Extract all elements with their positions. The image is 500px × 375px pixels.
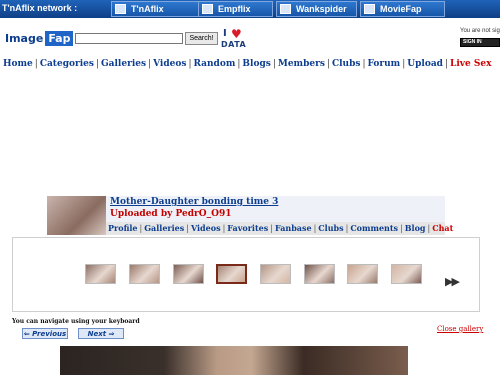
thumbnail[interactable] <box>304 264 335 284</box>
nav-separator: | <box>95 59 99 69</box>
network-tab-moviefap[interactable]: MovieFap <box>360 1 445 17</box>
profile-nav-galleries[interactable]: Galleries <box>144 223 184 233</box>
next-button[interactable]: Next ⇒ <box>78 328 124 339</box>
nav-random[interactable]: Random <box>193 59 235 69</box>
network-tab-label: T'nAflix <box>131 4 164 14</box>
profile-nav-favorites[interactable]: Favorites <box>227 223 268 233</box>
nav-live-sex[interactable]: Live Sex <box>450 59 491 69</box>
empflix-icon <box>202 4 213 14</box>
uploader-avatar[interactable] <box>47 196 106 235</box>
profile-nav-chat[interactable]: Chat <box>432 223 453 233</box>
network-label: T'nAflix network : <box>2 3 78 13</box>
signin-button[interactable]: SIGN IN <box>460 38 500 47</box>
signin-note: You are not sig <box>460 28 500 34</box>
profile-nav-profile[interactable]: Profile <box>108 223 138 233</box>
nav-upload[interactable]: Upload <box>407 59 443 69</box>
search-input[interactable] <box>75 33 183 44</box>
previous-button[interactable]: ⇐ Previous <box>22 328 68 339</box>
keyboard-note: You can navigate using your keyboard <box>12 318 140 325</box>
network-tab-label: Empflix <box>218 4 251 14</box>
nav-separator: | <box>272 59 276 69</box>
nav-separator: | <box>34 59 38 69</box>
heart-icon: ♥ <box>231 27 242 41</box>
thumbnail[interactable] <box>391 264 422 284</box>
thumbnail[interactable] <box>173 264 204 284</box>
gallery-uploader[interactable]: Uploaded by PedrO_O91 <box>110 209 232 219</box>
nav-separator: | <box>270 224 273 233</box>
profile-nav-clubs[interactable]: Clubs <box>318 223 343 233</box>
thumbnail[interactable] <box>216 264 247 284</box>
thumbnail[interactable] <box>129 264 160 284</box>
thumbnail[interactable] <box>260 264 291 284</box>
thumbnail[interactable] <box>85 264 116 284</box>
network-tab-wankspider[interactable]: Wankspider <box>276 1 357 17</box>
logo-part-2: Fap <box>45 31 74 46</box>
nav-videos[interactable]: Videos <box>153 59 186 69</box>
nav-members[interactable]: Members <box>278 59 325 69</box>
nav-forum[interactable]: Forum <box>368 59 401 69</box>
nav-galleries[interactable]: Galleries <box>101 59 146 69</box>
main-photo[interactable] <box>60 346 408 375</box>
nav-home[interactable]: Home <box>3 59 33 69</box>
network-tab-tnaflix[interactable]: T'nAflix <box>111 1 202 17</box>
close-gallery-link[interactable]: Close gallery <box>437 325 483 333</box>
logo-part-1: Image <box>5 32 44 45</box>
thumbnail[interactable] <box>347 264 378 284</box>
network-tab-label: Wankspider <box>296 4 347 14</box>
nav-blogs[interactable]: Blogs <box>242 59 270 69</box>
nav-separator: | <box>362 59 366 69</box>
profile-nav-comments[interactable]: Comments <box>350 223 398 233</box>
nav-separator: | <box>444 59 449 69</box>
profile-nav-blog[interactable]: Blog <box>405 223 426 233</box>
nav-clubs[interactable]: Clubs <box>332 59 361 69</box>
nav-separator: | <box>326 59 330 69</box>
nav-separator: | <box>186 224 189 233</box>
gallery-title[interactable]: Mother-Daughter bonding time 3 <box>110 197 278 207</box>
tnaflix-icon <box>115 4 126 14</box>
main-nav: Home | Categories | Galleries | Videos | Random |… <box>3 59 491 69</box>
site-logo[interactable]: Image Fap <box>3 31 74 48</box>
nav-separator: | <box>400 224 403 233</box>
ad-logo-i[interactable]: I <box>223 28 227 39</box>
nav-categories[interactable]: Categories <box>40 59 94 69</box>
ad-logo-text[interactable]: DATA <box>221 40 246 49</box>
network-tab-empflix[interactable]: Empflix <box>198 1 273 17</box>
profile-nav: Profile | Galleries | Videos | Favorites | Fanba… <box>106 222 453 235</box>
profile-nav-videos[interactable]: Videos <box>191 223 221 233</box>
moviefap-icon <box>364 4 375 14</box>
network-tab-label: MovieFap <box>380 4 422 14</box>
profile-nav-fanbase[interactable]: Fanbase <box>275 223 312 233</box>
search-button[interactable]: Search! <box>185 32 218 45</box>
wankspider-icon <box>280 4 291 14</box>
next-thumbs-arrow-icon[interactable]: ▶▶ <box>445 275 460 288</box>
